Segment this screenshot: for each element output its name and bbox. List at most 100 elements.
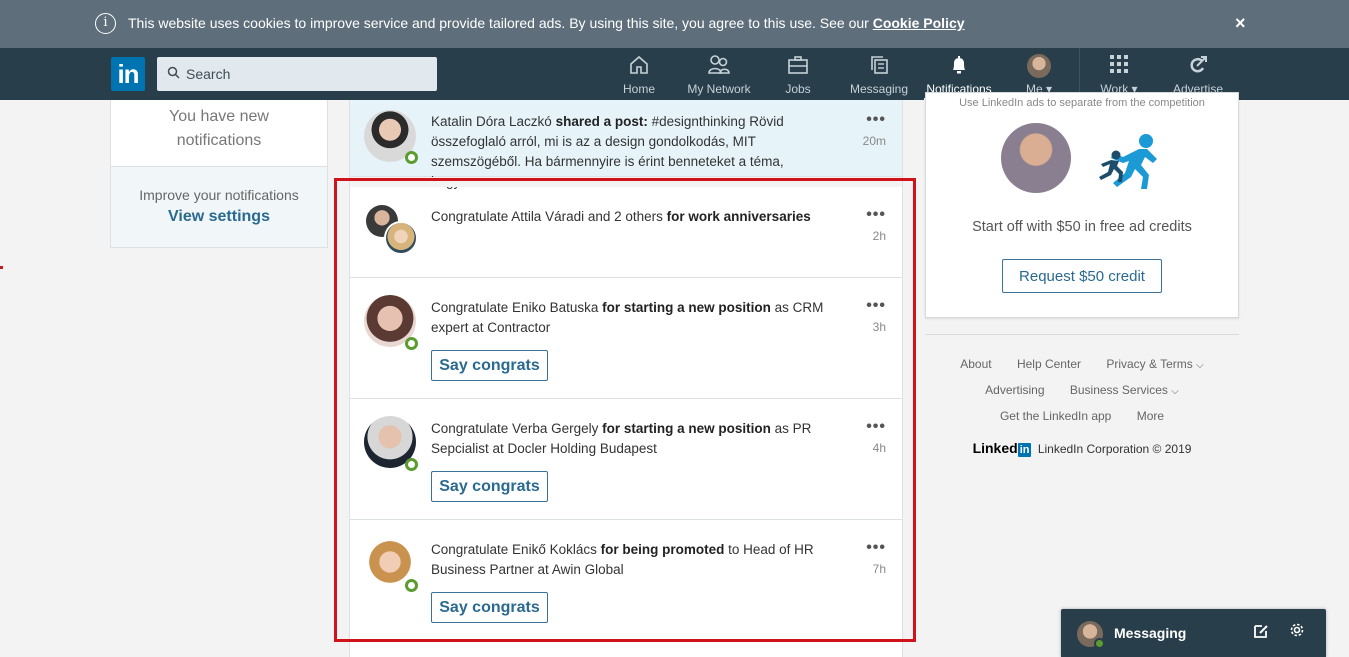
ad-card: Use LinkedIn ads to separate from the co… — [925, 92, 1239, 318]
timestamp: 20m — [862, 134, 886, 148]
notification-text[interactable]: Congratulate Attila Váradi and 2 others … — [431, 207, 831, 227]
more-options-icon[interactable]: ••• — [866, 539, 886, 557]
nav-home[interactable]: Home — [618, 54, 660, 100]
footer-link-business-services[interactable]: Business Services ⌵ — [1070, 383, 1179, 397]
chevron-down-icon: ⌵ — [1196, 360, 1204, 371]
business-services-label: Business Services — [1069, 383, 1168, 397]
briefcase-icon — [782, 54, 814, 78]
info-icon: i — [95, 13, 116, 34]
me-avatar — [1020, 54, 1058, 78]
profile-photo — [1027, 54, 1051, 78]
request-credit-button[interactable]: Request $50 credit — [1002, 259, 1162, 293]
more-options-icon[interactable]: ••• — [866, 206, 886, 224]
notification-text[interactable]: Congratulate Verba Gergely for starting … — [431, 419, 831, 459]
footer-row: Get the LinkedIn app More — [925, 404, 1239, 428]
timestamp: 3h — [872, 320, 886, 334]
privacy-terms-label: Privacy & Terms — [1106, 357, 1193, 371]
bell-icon — [924, 54, 994, 78]
say-congrats-button[interactable]: Say congrats — [431, 471, 548, 502]
linkedin-in-logo: in — [1017, 443, 1032, 457]
footer-link-help-center[interactable]: Help Center — [1017, 357, 1081, 371]
more-options-icon[interactable]: ••• — [866, 297, 886, 315]
notification-action: for starting a new position — [602, 421, 771, 436]
new-notifications-text: You have new notifications — [111, 100, 327, 167]
say-congrats-button[interactable]: Say congrats — [431, 592, 548, 623]
linkedin-logo[interactable]: in — [111, 57, 145, 91]
search-box[interactable] — [157, 57, 437, 91]
people-icon — [684, 54, 754, 78]
messaging-overlay[interactable]: Messaging — [1061, 609, 1326, 657]
gear-icon[interactable] — [1289, 622, 1305, 643]
more-options-icon[interactable]: ••• — [866, 418, 886, 436]
notification-action: for starting a new position — [602, 300, 771, 315]
online-status-icon — [405, 579, 418, 592]
compose-icon[interactable] — [1253, 623, 1269, 643]
footer-link-about[interactable]: About — [960, 357, 991, 371]
online-status-icon — [405, 458, 418, 471]
grid-icon — [1096, 54, 1142, 78]
advertise-icon — [1170, 54, 1226, 78]
improve-notifications-box: Improve your notifications View settings — [111, 167, 327, 247]
nav-messaging[interactable]: Messaging — [848, 54, 910, 100]
notifications-feed: Katalin Dóra Laczkó shared a post: #desi… — [349, 100, 903, 657]
footer-link-privacy-terms[interactable]: Privacy & Terms ⌵ — [1106, 357, 1203, 371]
ad-subtitle: Use LinkedIn ads to separate from the co… — [959, 97, 1205, 109]
cookie-message-text: This website uses cookies to improve ser… — [128, 15, 873, 31]
avatar[interactable] — [384, 221, 418, 255]
footer: About Help Center Privacy & Terms ⌵ Adve… — [925, 352, 1239, 461]
footer-link-get-app[interactable]: Get the LinkedIn app — [1000, 409, 1111, 423]
online-status-icon — [405, 337, 418, 350]
footer-brand: Linked in LinkedIn Corporation © 2019 — [925, 436, 1239, 461]
timestamp: 7h — [872, 562, 886, 576]
footer-link-advertising[interactable]: Advertising — [985, 383, 1044, 397]
search-input[interactable] — [186, 66, 426, 82]
close-icon[interactable]: × — [1235, 13, 1246, 34]
ad-avatar — [1001, 123, 1071, 193]
runners-icon — [1099, 134, 1157, 189]
notification-action: shared a post: — [555, 114, 648, 129]
notifications-sidebar: You have new notifications Improve your … — [110, 100, 328, 248]
footer-row: About Help Center Privacy & Terms ⌵ — [925, 352, 1239, 378]
notification-prefix: Congratulate Verba Gergely — [431, 421, 603, 436]
footer-row: Advertising Business Services ⌵ — [925, 378, 1239, 404]
notification-item[interactable]: Congratulate Enikő Koklács for being pro… — [350, 520, 902, 641]
say-congrats-button[interactable]: Say congrats — [431, 350, 548, 381]
footer-link-more[interactable]: More — [1137, 409, 1164, 423]
search-icon — [167, 66, 180, 82]
cookie-message: This website uses cookies to improve ser… — [128, 15, 965, 31]
notification-action: for work anniversaries — [666, 209, 811, 224]
notification-prefix: Congratulate Eniko Batuska — [431, 300, 603, 315]
online-status-icon — [1094, 638, 1105, 649]
home-icon — [618, 54, 660, 78]
notification-item[interactable]: Congratulate Verba Gergely for starting … — [350, 399, 902, 520]
notification-item[interactable]: Congratulate Eniko Batuska for starting … — [350, 278, 902, 399]
improve-notifications-text: Improve your notifications — [139, 187, 299, 203]
timestamp: 2h — [872, 229, 886, 243]
messaging-label: Messaging — [1114, 625, 1187, 641]
chevron-down-icon: ⌵ — [1171, 386, 1179, 397]
copyright-text: LinkedIn Corporation © 2019 — [1037, 442, 1192, 456]
nav-my-network-label: My Network — [687, 82, 751, 96]
notification-text[interactable]: Congratulate Enikő Koklács for being pro… — [431, 540, 831, 580]
annotation-mark — [0, 266, 3, 269]
cookie-policy-link[interactable]: Cookie Policy — [873, 15, 965, 31]
nav-my-network[interactable]: My Network — [684, 54, 754, 100]
footer-divider — [925, 334, 1239, 335]
notification-text[interactable]: Congratulate Eniko Batuska for starting … — [431, 298, 831, 338]
nav-home-label: Home — [622, 82, 655, 96]
nav-jobs[interactable]: Jobs — [782, 54, 814, 100]
timestamp: 4h — [872, 441, 886, 455]
more-options-icon[interactable]: ••• — [866, 111, 886, 129]
linkedin-wordmark: Linked — [972, 440, 1018, 456]
new-notifications-label: You have new notifications — [169, 108, 269, 149]
cookie-banner: i This website uses cookies to improve s… — [0, 0, 1349, 48]
notification-item[interactable]: Katalin Dóra Laczkó shared a post: #desi… — [350, 100, 902, 189]
online-status-icon — [405, 151, 418, 164]
messaging-icon — [848, 54, 910, 78]
notification-item[interactable]: Congratulate Attila Váradi and 2 others … — [350, 177, 902, 278]
nav-jobs-label: Jobs — [785, 82, 811, 96]
view-settings-link[interactable]: View settings — [111, 208, 327, 226]
nav-messaging-label: Messaging — [849, 82, 909, 96]
notification-prefix: Congratulate Enikő Koklács — [431, 542, 601, 557]
notification-action: for being promoted — [600, 542, 725, 557]
